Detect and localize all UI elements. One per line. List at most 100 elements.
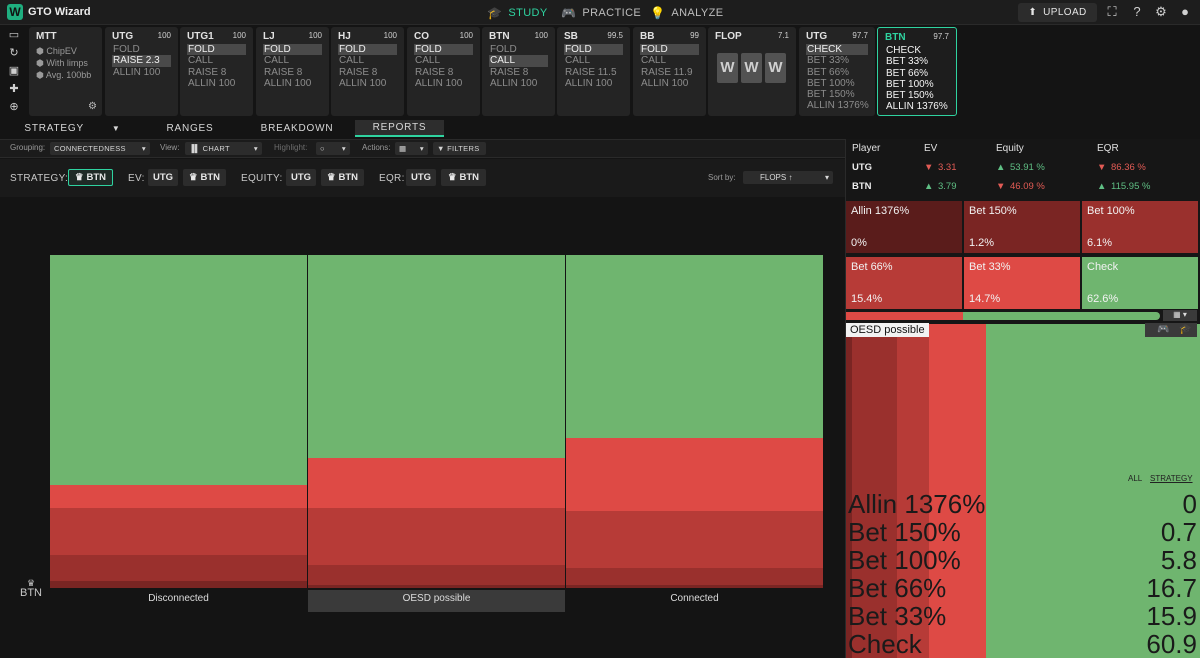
position-card-hj[interactable]: HJ 100 FOLD CALL RAISE 8 ALLIN 100 [331,27,404,116]
eqr-btn-button[interactable]: ♛ BTN [441,169,486,186]
action-option[interactable]: RAISE 11.5 [564,67,623,78]
save-icon[interactable]: ▣ [6,64,22,78]
btn-flop-node-card[interactable]: BTN 97.7 CHECK BET 33% BET 66% BET 100% BET … [877,27,957,116]
action-option[interactable]: RAISE 8 [489,67,548,78]
action-option[interactable]: ALLIN 100 [414,78,473,89]
action-option[interactable]: ALLIN 100 [564,78,623,89]
chevron-down-icon[interactable]: ▼ [112,124,121,133]
action-tile[interactable]: Bet 150% 1.2% [964,201,1080,253]
sortby-select[interactable]: FLOPS ↑ ▾ [743,171,833,184]
tab-analyze[interactable]: 💡 ANALYZE [650,0,723,25]
eqr-utg-button[interactable]: UTG [406,169,436,186]
action-tile[interactable]: Allin 1376% 0% [846,201,962,253]
tab-practice[interactable]: 🎮 PRACTICE [561,0,641,25]
position-card-btn[interactable]: BTN 100 FOLD CALL RAISE 8 ALLIN 100 [482,27,555,116]
toggle-strategy[interactable]: STRATEGY [1150,474,1193,483]
strategy-btn-button[interactable]: ♛ BTN [68,169,113,186]
flop-card[interactable]: FLOP 7.1 W W W [708,27,796,116]
action-option[interactable]: CALL [640,55,699,66]
action-option[interactable]: RAISE 8 [263,67,322,78]
action-option[interactable]: ALLIN 100 [640,78,699,89]
position-card-bb[interactable]: BB 99 FOLD CALL RAISE 11.9 ALLIN 100 [633,27,706,116]
grouping-select[interactable]: CONNECTEDNESS ▾ [50,142,150,155]
help-icon[interactable]: ? [1129,4,1145,20]
action-option[interactable]: BET 150% [885,90,949,101]
chart-category-label[interactable]: Connected [566,590,823,612]
position-card-sb[interactable]: SB 99.5 FOLD CALL RAISE 11.5 ALLIN 100 [557,27,630,116]
action-option[interactable]: CALL [414,55,473,66]
tab-study[interactable]: 🎓 STUDY [487,0,548,25]
action-option[interactable]: ALLIN 1376% [806,100,869,111]
equity-utg-button[interactable]: UTG [286,169,316,186]
action-option[interactable]: CALL [263,55,322,66]
action-option[interactable]: RAISE 8 [187,67,246,78]
action-option[interactable]: FOLD [564,44,623,56]
action-option[interactable]: BET 150% [806,89,868,100]
actions-select[interactable]: ▦ ▾ [395,142,428,155]
chart-category-label[interactable]: Disconnected [50,590,307,612]
action-option[interactable]: FOLD [187,44,246,56]
action-option[interactable]: BET 33% [806,55,868,66]
chart-bar-connected[interactable] [566,255,823,588]
reset-icon[interactable]: ↻ [6,46,22,60]
action-option[interactable]: ALLIN 100 [263,78,322,89]
action-option[interactable]: RAISE 11.9 [640,67,699,78]
settings-icon[interactable]: ⚙ [1153,4,1169,20]
position-card-utg[interactable]: UTG 100 FOLD RAISE 2.3 ALLIN 100 [105,27,178,116]
action-option[interactable]: BET 66% [885,68,949,79]
action-tile[interactable]: Bet 33% 14.7% [964,257,1080,309]
tab-strategy[interactable]: STRATEGY ▼ [0,120,145,137]
action-option[interactable]: BET 100% [885,79,949,90]
action-option[interactable]: ALLIN 1376% [885,101,949,112]
board-card-slot[interactable]: W [741,53,762,83]
action-option[interactable]: CALL [338,55,397,66]
position-card-utg1[interactable]: UTG1 100 FOLD CALL RAISE 8 ALLIN 100 [180,27,253,116]
graduation-cap-icon[interactable]: 🎓 [1179,324,1191,335]
highlight-select[interactable]: ○ ▾ [316,142,350,155]
split-icon[interactable]: ⊕ [6,100,22,114]
action-tile[interactable]: Bet 100% 6.1% [1082,201,1198,253]
ev-btn-button[interactable]: ♛ BTN [183,169,226,186]
action-option[interactable]: BET 33% [885,56,949,67]
board-card-slot[interactable]: W [717,53,738,83]
action-tile[interactable]: Check 62.6% [1082,257,1198,309]
action-option[interactable]: CHECK [885,45,949,56]
action-option[interactable]: RAISE 8 [414,67,473,78]
account-icon[interactable]: ● [1177,4,1193,20]
action-option[interactable]: FOLD [338,44,397,56]
action-option[interactable]: CALL [564,55,623,66]
gamepad-icon[interactable]: 🎮 [1157,324,1169,335]
action-option[interactable]: BET 66% [806,67,868,78]
action-option[interactable]: ALLIN 100 [489,78,548,89]
action-option[interactable]: RAISE 8 [338,67,397,78]
grid-select[interactable]: ▦ ▾ [1163,310,1197,321]
action-option[interactable]: FOLD [112,44,171,55]
chart-bar-disconnected[interactable] [50,255,307,588]
action-option[interactable]: FOLD [414,44,473,56]
action-option[interactable]: FOLD [263,44,322,56]
upload-button[interactable]: ⬆ UPLOAD [1018,3,1097,22]
equity-btn-button[interactable]: ♛ BTN [321,169,364,186]
action-option[interactable]: ALLIN 100 [187,78,246,89]
action-tile[interactable]: Bet 66% 15.4% [846,257,962,309]
action-option[interactable]: CALL [489,55,548,67]
action-option[interactable]: CALL [187,55,246,66]
filters-button[interactable]: ▼ FILTERS [433,142,486,155]
logo-icon[interactable]: W [7,4,23,20]
action-option[interactable]: RAISE 2.3 [112,55,171,67]
tab-ranges[interactable]: RANGES [145,120,235,137]
position-card-lj[interactable]: LJ 100 FOLD CALL RAISE 8 ALLIN 100 [256,27,329,116]
controller-icon[interactable]: ✚ [6,82,22,96]
action-option[interactable]: ALLIN 100 [338,78,397,89]
bookmark-icon[interactable]: ▭ [6,28,22,42]
position-card-co[interactable]: CO 100 FOLD CALL RAISE 8 ALLIN 100 [407,27,480,116]
mtt-settings-card[interactable]: MTT ⬢ ChipEV ⬢ With limps ⬢ Avg. 100bb ⚙ [29,27,102,116]
view-select[interactable]: ▐▌ CHART ▾ [185,142,262,155]
action-option[interactable]: FOLD [640,44,699,56]
utg-flop-node-card[interactable]: UTG 97.7 CHECK BET 33% BET 66% BET 100% BET … [799,27,875,116]
tab-reports[interactable]: REPORTS [355,120,444,137]
action-option[interactable]: BET 100% [806,78,868,89]
gear-icon[interactable]: ⚙ [88,101,97,112]
board-card-slot[interactable]: W [765,53,786,83]
chart-bar-oesd-possible[interactable] [308,255,565,588]
